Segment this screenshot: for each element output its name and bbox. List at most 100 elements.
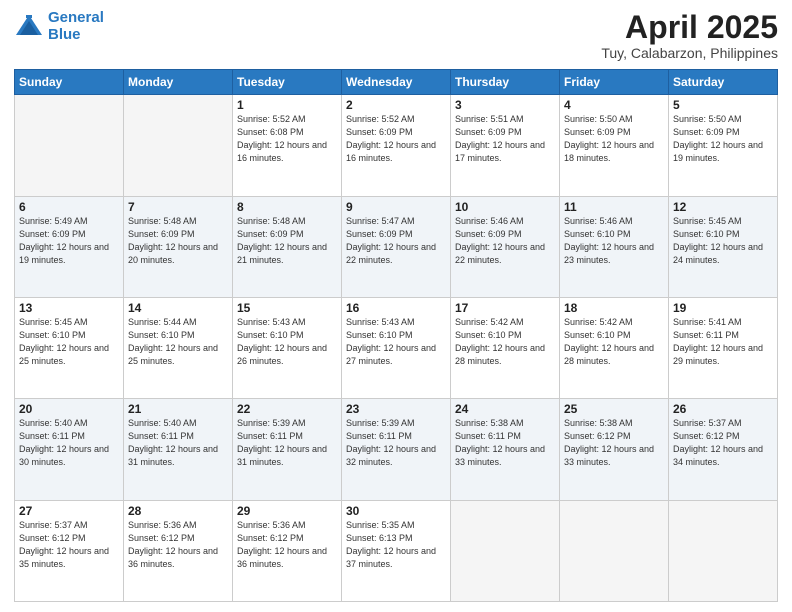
day-info: Sunrise: 5:41 AM Sunset: 6:11 PM Dayligh… [673,316,773,368]
day-number: 8 [237,200,337,214]
day-number: 21 [128,402,228,416]
page: General Blue April 2025 Tuy, Calabarzon,… [0,0,792,612]
calendar-cell: 29Sunrise: 5:36 AM Sunset: 6:12 PM Dayli… [233,500,342,601]
day-number: 29 [237,504,337,518]
day-info: Sunrise: 5:48 AM Sunset: 6:09 PM Dayligh… [128,215,228,267]
calendar-cell: 8Sunrise: 5:48 AM Sunset: 6:09 PM Daylig… [233,196,342,297]
day-number: 26 [673,402,773,416]
calendar-cell: 4Sunrise: 5:50 AM Sunset: 6:09 PM Daylig… [560,95,669,196]
day-number: 6 [19,200,119,214]
day-number: 7 [128,200,228,214]
header-saturday: Saturday [669,70,778,95]
day-number: 25 [564,402,664,416]
day-number: 2 [346,98,446,112]
day-info: Sunrise: 5:37 AM Sunset: 6:12 PM Dayligh… [673,417,773,469]
calendar-cell: 20Sunrise: 5:40 AM Sunset: 6:11 PM Dayli… [15,399,124,500]
calendar-cell: 16Sunrise: 5:43 AM Sunset: 6:10 PM Dayli… [342,297,451,398]
day-info: Sunrise: 5:45 AM Sunset: 6:10 PM Dayligh… [673,215,773,267]
day-info: Sunrise: 5:36 AM Sunset: 6:12 PM Dayligh… [128,519,228,571]
day-info: Sunrise: 5:37 AM Sunset: 6:12 PM Dayligh… [19,519,119,571]
header-thursday: Thursday [451,70,560,95]
day-number: 22 [237,402,337,416]
calendar-cell: 15Sunrise: 5:43 AM Sunset: 6:10 PM Dayli… [233,297,342,398]
calendar-cell: 6Sunrise: 5:49 AM Sunset: 6:09 PM Daylig… [15,196,124,297]
calendar-week-row: 27Sunrise: 5:37 AM Sunset: 6:12 PM Dayli… [15,500,778,601]
calendar-cell [451,500,560,601]
calendar-cell: 26Sunrise: 5:37 AM Sunset: 6:12 PM Dayli… [669,399,778,500]
header-friday: Friday [560,70,669,95]
calendar-week-row: 13Sunrise: 5:45 AM Sunset: 6:10 PM Dayli… [15,297,778,398]
day-info: Sunrise: 5:38 AM Sunset: 6:12 PM Dayligh… [564,417,664,469]
calendar-week-row: 6Sunrise: 5:49 AM Sunset: 6:09 PM Daylig… [15,196,778,297]
calendar-cell: 14Sunrise: 5:44 AM Sunset: 6:10 PM Dayli… [124,297,233,398]
day-info: Sunrise: 5:44 AM Sunset: 6:10 PM Dayligh… [128,316,228,368]
calendar-cell: 7Sunrise: 5:48 AM Sunset: 6:09 PM Daylig… [124,196,233,297]
calendar-cell: 13Sunrise: 5:45 AM Sunset: 6:10 PM Dayli… [15,297,124,398]
day-info: Sunrise: 5:51 AM Sunset: 6:09 PM Dayligh… [455,113,555,165]
day-number: 27 [19,504,119,518]
calendar-cell: 11Sunrise: 5:46 AM Sunset: 6:10 PM Dayli… [560,196,669,297]
day-info: Sunrise: 5:50 AM Sunset: 6:09 PM Dayligh… [564,113,664,165]
day-info: Sunrise: 5:40 AM Sunset: 6:11 PM Dayligh… [128,417,228,469]
calendar-cell: 30Sunrise: 5:35 AM Sunset: 6:13 PM Dayli… [342,500,451,601]
day-info: Sunrise: 5:39 AM Sunset: 6:11 PM Dayligh… [346,417,446,469]
day-info: Sunrise: 5:52 AM Sunset: 6:09 PM Dayligh… [346,113,446,165]
day-info: Sunrise: 5:42 AM Sunset: 6:10 PM Dayligh… [455,316,555,368]
day-number: 10 [455,200,555,214]
calendar-cell [15,95,124,196]
day-number: 12 [673,200,773,214]
day-info: Sunrise: 5:48 AM Sunset: 6:09 PM Dayligh… [237,215,337,267]
calendar-cell [669,500,778,601]
day-number: 17 [455,301,555,315]
day-number: 13 [19,301,119,315]
day-info: Sunrise: 5:40 AM Sunset: 6:11 PM Dayligh… [19,417,119,469]
day-info: Sunrise: 5:49 AM Sunset: 6:09 PM Dayligh… [19,215,119,267]
calendar-cell [124,95,233,196]
day-number: 5 [673,98,773,112]
day-info: Sunrise: 5:52 AM Sunset: 6:08 PM Dayligh… [237,113,337,165]
day-info: Sunrise: 5:43 AM Sunset: 6:10 PM Dayligh… [346,316,446,368]
day-number: 9 [346,200,446,214]
day-number: 1 [237,98,337,112]
day-number: 19 [673,301,773,315]
day-number: 4 [564,98,664,112]
calendar-cell: 19Sunrise: 5:41 AM Sunset: 6:11 PM Dayli… [669,297,778,398]
day-info: Sunrise: 5:43 AM Sunset: 6:10 PM Dayligh… [237,316,337,368]
day-number: 28 [128,504,228,518]
calendar-week-row: 20Sunrise: 5:40 AM Sunset: 6:11 PM Dayli… [15,399,778,500]
day-info: Sunrise: 5:45 AM Sunset: 6:10 PM Dayligh… [19,316,119,368]
header-sunday: Sunday [15,70,124,95]
calendar-cell: 24Sunrise: 5:38 AM Sunset: 6:11 PM Dayli… [451,399,560,500]
calendar-cell: 21Sunrise: 5:40 AM Sunset: 6:11 PM Dayli… [124,399,233,500]
calendar-cell: 28Sunrise: 5:36 AM Sunset: 6:12 PM Dayli… [124,500,233,601]
calendar-cell: 18Sunrise: 5:42 AM Sunset: 6:10 PM Dayli… [560,297,669,398]
day-number: 23 [346,402,446,416]
calendar-cell: 5Sunrise: 5:50 AM Sunset: 6:09 PM Daylig… [669,95,778,196]
day-number: 24 [455,402,555,416]
day-number: 16 [346,301,446,315]
day-number: 11 [564,200,664,214]
calendar-subtitle: Tuy, Calabarzon, Philippines [601,45,778,61]
day-info: Sunrise: 5:38 AM Sunset: 6:11 PM Dayligh… [455,417,555,469]
calendar-cell: 3Sunrise: 5:51 AM Sunset: 6:09 PM Daylig… [451,95,560,196]
calendar-title: April 2025 [601,10,778,45]
calendar-cell [560,500,669,601]
day-number: 30 [346,504,446,518]
day-info: Sunrise: 5:46 AM Sunset: 6:10 PM Dayligh… [564,215,664,267]
day-number: 20 [19,402,119,416]
calendar-table: SundayMondayTuesdayWednesdayThursdayFrid… [14,69,778,602]
logo-general: General [48,9,104,26]
logo-text: General Blue [48,10,104,43]
calendar-header-row: SundayMondayTuesdayWednesdayThursdayFrid… [15,70,778,95]
day-number: 18 [564,301,664,315]
logo-icon [14,13,44,41]
calendar-cell: 9Sunrise: 5:47 AM Sunset: 6:09 PM Daylig… [342,196,451,297]
calendar-cell: 2Sunrise: 5:52 AM Sunset: 6:09 PM Daylig… [342,95,451,196]
logo: General Blue [14,10,104,43]
calendar-cell: 12Sunrise: 5:45 AM Sunset: 6:10 PM Dayli… [669,196,778,297]
calendar-cell: 25Sunrise: 5:38 AM Sunset: 6:12 PM Dayli… [560,399,669,500]
header-wednesday: Wednesday [342,70,451,95]
day-info: Sunrise: 5:36 AM Sunset: 6:12 PM Dayligh… [237,519,337,571]
header-monday: Monday [124,70,233,95]
calendar-cell: 23Sunrise: 5:39 AM Sunset: 6:11 PM Dayli… [342,399,451,500]
